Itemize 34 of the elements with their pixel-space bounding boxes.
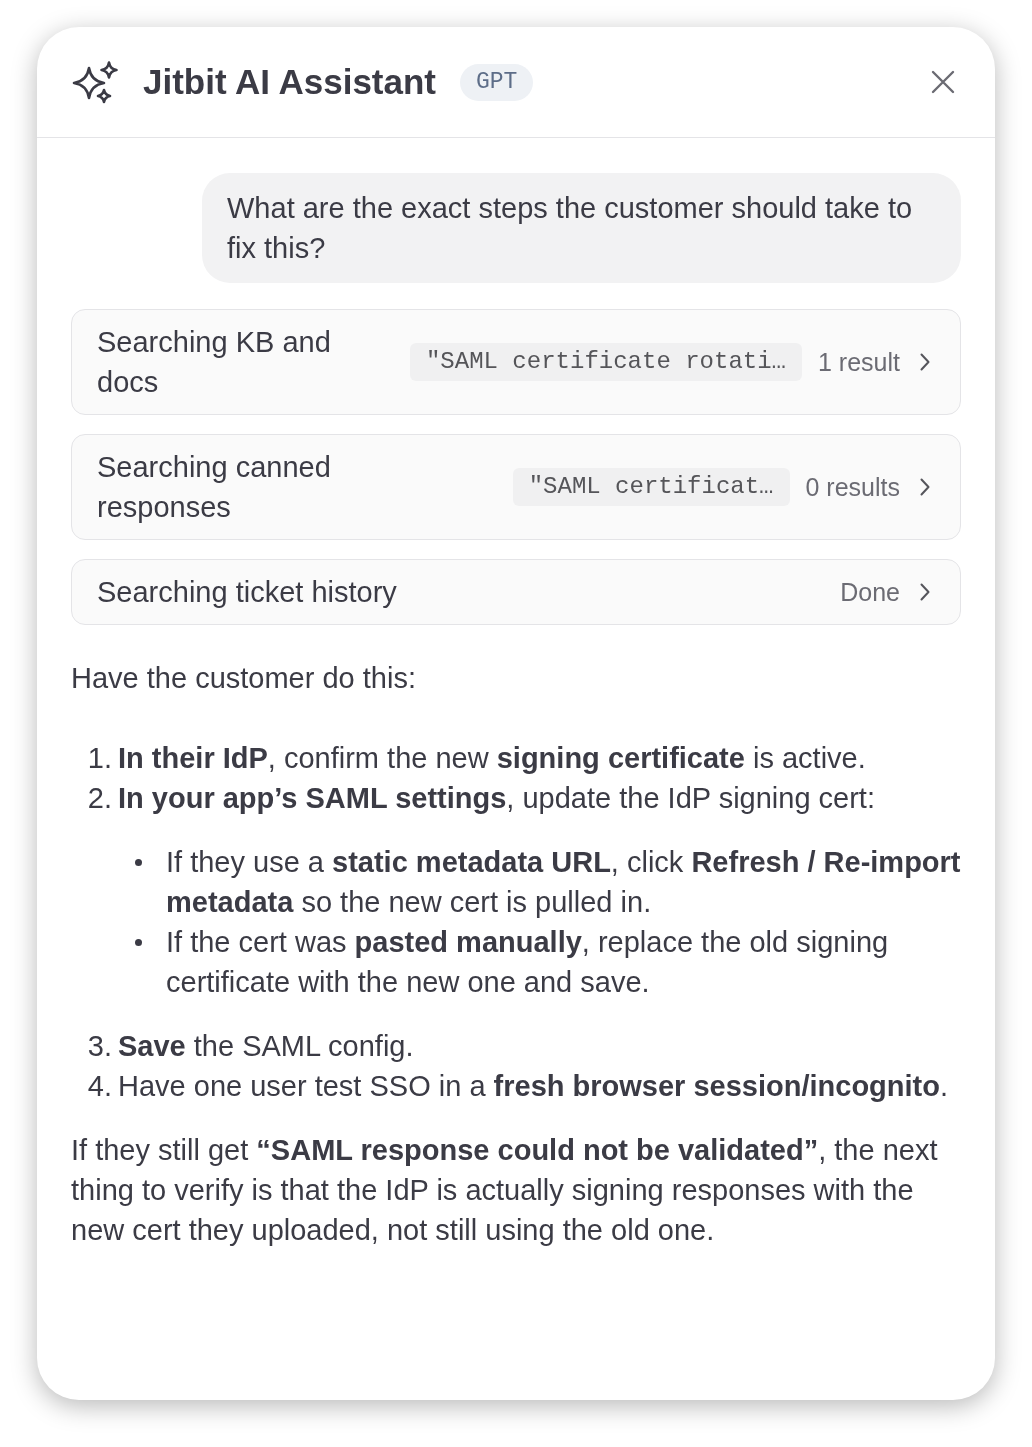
result-count: 1 result xyxy=(818,347,900,378)
bullet-icon xyxy=(135,859,142,866)
search-step-card[interactable]: Searching ticket history Done xyxy=(71,559,961,625)
list-number: 1. xyxy=(86,741,112,776)
search-step-card[interactable]: Searching KB and docs "SAML certificate rotati… 1 result xyxy=(71,309,961,415)
chevron-right-icon xyxy=(920,478,930,496)
search-step-label: Searching canned responses xyxy=(97,450,332,525)
search-step-card[interactable]: Searching canned responses "SAML certificat… 0 results xyxy=(71,434,961,540)
answer-paragraph: If they still get “SAML response could not be validated”, the next thing to verify is that the IdP is actually signing responses with the new cert they uploaded, not still using the old one. xyxy=(71,1133,939,1248)
search-query: "SAML certificat… xyxy=(512,468,790,506)
list-item-text: Have one user test SSO in a fresh browser session/incognito. xyxy=(118,1069,950,1104)
model-badge: GPT xyxy=(460,63,534,101)
result-count: Done xyxy=(840,577,900,608)
bullet-icon xyxy=(135,939,142,946)
list-item-text: In your app’s SAML settings, update the IdP signing cert: xyxy=(118,781,876,816)
sparkle-icon xyxy=(72,60,118,104)
list-number: 4. xyxy=(86,1069,112,1104)
bullet-item-text: If they use a static metadata URL, click Refresh / Re-import metadata so the new cert is pulled in. xyxy=(166,845,961,920)
chevron-right-icon xyxy=(920,583,930,601)
chevron-right-icon xyxy=(920,353,930,371)
close-icon xyxy=(931,70,955,94)
search-step-label: Searching ticket history xyxy=(97,575,398,610)
close-button[interactable] xyxy=(930,69,956,95)
list-item-text: Save the SAML config. xyxy=(118,1029,415,1064)
list-item-text: In their IdP, confirm the new signing certificate is active. xyxy=(118,741,867,776)
list-number: 2. xyxy=(86,781,112,816)
search-query: "SAML certificate rotati… xyxy=(409,343,802,381)
list-number: 3. xyxy=(86,1029,112,1064)
answer-intro: Have the customer do this: xyxy=(71,661,417,696)
bullet-item-text: If the cert was pasted manually, replace the old signing certificate with the new one and save. xyxy=(166,925,890,1000)
result-count: 0 results xyxy=(805,472,900,503)
panel-title: Jitbit AI Assistant xyxy=(143,61,436,103)
search-step-label: Searching KB and docs xyxy=(97,325,332,400)
user-message: What are the exact steps the customer should take to fix this? xyxy=(202,173,961,283)
